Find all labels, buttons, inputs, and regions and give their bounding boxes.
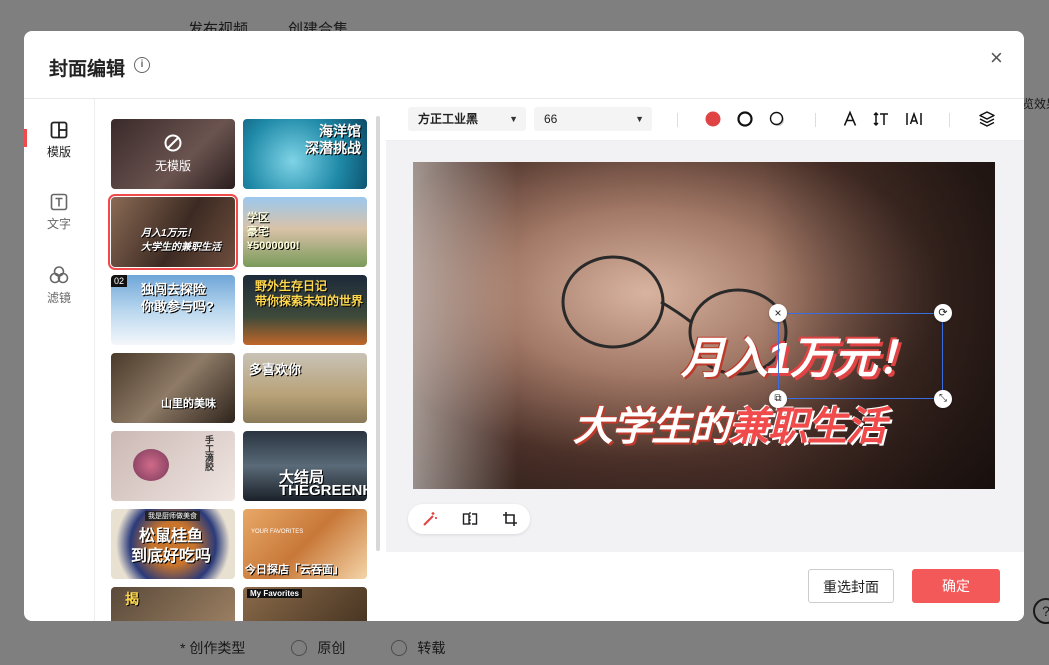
template-badge: 我是厨师做美食 (145, 511, 200, 521)
template-badge: 02 (111, 275, 128, 287)
template-squirrel-fish[interactable]: 我是厨师做美食 松鼠桂鱼 到底好吃吗 (111, 509, 235, 579)
text-icon (50, 193, 68, 211)
template-text: 大结局 THEGREENHELL (279, 469, 367, 499)
image-tools (408, 504, 530, 534)
font-style-button[interactable] (841, 110, 859, 128)
template-badge: My Favorites (247, 589, 302, 598)
letter-spacing-button[interactable] (905, 110, 923, 128)
cover-preview[interactable]: 月入1万元！ 大学生的兼职生活 × ⟳ ⧉ ⤡ (413, 162, 995, 489)
template-text: 松鼠桂鱼 到底好吃吗 (131, 528, 212, 565)
copy-handle-icon[interactable]: ⧉ (769, 390, 787, 408)
layers-button[interactable] (978, 110, 996, 128)
modal-header: 封面编辑 i × (24, 31, 1024, 99)
template-text: 野外生存日记 带你探索未知的世界 (255, 279, 364, 308)
cover-text-white: 大学生的 (573, 405, 730, 449)
modal-footer: 重选封面 确定 (386, 552, 1024, 621)
template-panel: 无模版 海洋馆 深潜挑战 月入1万元！ 大学生的兼职生活 学区 豪宅 ¥5000… (95, 99, 385, 621)
text-color-button[interactable] (704, 110, 722, 128)
shadow-circle-icon (769, 111, 784, 126)
template-text: 多喜欢你 (249, 362, 302, 377)
font-size-select[interactable]: 66 ▼ (534, 107, 652, 131)
line-height-button[interactable] (872, 110, 890, 128)
close-icon[interactable]: × (990, 45, 1003, 71)
chevron-down-icon: ▼ (509, 114, 518, 124)
no-template-icon (164, 134, 182, 152)
template-scrollbar[interactable] (376, 116, 380, 551)
text-toolbar: 方正工业黑 ▼ 66 ▼ (386, 99, 1024, 141)
template-none-label: 无模版 (154, 159, 191, 173)
font-size-value: 66 (544, 112, 558, 126)
toolbar-divider (815, 113, 816, 127)
cover-edit-modal: 封面编辑 i × 模版 文字 滤镜 无模版 海洋馆 深潜挑战 月入1万元！ 大学… (24, 31, 1024, 621)
template-text: 月入1万元！ 大学生的兼职生活 (141, 228, 221, 253)
template-resin-ornament (133, 449, 169, 481)
cover-text-white: 月入 (681, 334, 768, 383)
template-partial-1[interactable]: 揭 (111, 587, 235, 621)
shadow-button[interactable] (768, 110, 786, 128)
template-text: 手工滴胶 (204, 435, 214, 471)
template-adventure[interactable]: 02 独闯去探险 你敢参与吗? (111, 275, 235, 345)
template-parttime-selected[interactable]: 月入1万元！ 大学生的兼职生活 (108, 194, 238, 270)
template-text: 学区 豪宅 ¥5000000! (247, 212, 300, 252)
template-badge: YOUR FAVORITES (251, 529, 304, 535)
confirm-button[interactable]: 确定 (912, 569, 1000, 603)
crop-icon[interactable] (502, 511, 518, 530)
template-none[interactable]: 无模版 (111, 119, 235, 189)
filter-icon (49, 266, 69, 284)
template-finale[interactable]: 大结局 THEGREENHELL (243, 431, 367, 501)
modal-title: 封面编辑 (49, 59, 126, 80)
template-partial-2[interactable]: My Favorites (243, 587, 367, 621)
cover-line-2: 大学生的兼职生活 (573, 394, 886, 452)
toolbar-divider (677, 113, 678, 127)
side-nav: 模版 文字 滤镜 (24, 99, 95, 621)
reselect-cover-button[interactable]: 重选封面 (808, 569, 894, 603)
template-text: 山里的美味 (161, 398, 216, 410)
font-style-icon (843, 110, 857, 126)
template-text: 独闯去探险 你敢参与吗? (141, 282, 214, 314)
letter-spacing-icon (906, 111, 922, 125)
nav-item-label: 文字 (46, 217, 71, 231)
template-like-you[interactable]: 多喜欢你 (243, 353, 367, 423)
flip-icon[interactable] (462, 511, 478, 530)
delete-handle-icon[interactable]: × (769, 304, 787, 322)
template-wild[interactable]: 野外生存日记 带你探索未知的世界 (243, 275, 367, 345)
color-dot-icon (705, 111, 721, 127)
font-select-value: 方正工业黑 (418, 112, 479, 126)
nav-item-text[interactable]: 文字 (24, 193, 94, 232)
nav-item-template[interactable]: 模版 (24, 121, 94, 160)
ai-wand-icon[interactable] (422, 511, 438, 530)
cover-text-red: 兼职生活 (729, 405, 886, 449)
stroke-circle-icon (737, 111, 753, 127)
layers-icon (979, 111, 995, 127)
template-house[interactable]: 学区 豪宅 ¥5000000! (243, 197, 367, 267)
nav-item-label: 滤镜 (46, 291, 71, 305)
template-text: 海洋馆 深潜挑战 (305, 123, 361, 156)
template-mountain-food[interactable]: 山里的美味 (111, 353, 235, 423)
toolbar-divider (949, 113, 950, 127)
font-select[interactable]: 方正工业黑 ▼ (408, 107, 526, 131)
chevron-down-icon: ▼ (635, 114, 644, 124)
layout-icon (50, 121, 68, 139)
rotate-handle-icon[interactable]: ⟳ (934, 304, 952, 322)
template-text: 今日探店「云吞面」 (245, 564, 344, 576)
nav-item-filter[interactable]: 滤镜 (24, 265, 94, 306)
template-wonton[interactable]: YOUR FAVORITES 今日探店「云吞面」 (243, 509, 367, 579)
nav-item-label: 模版 (46, 145, 71, 159)
template-resin-craft[interactable]: 手工滴胶 (111, 431, 235, 501)
stroke-color-button[interactable] (736, 110, 754, 128)
canvas-area: 月入1万元！ 大学生的兼职生活 × ⟳ ⧉ ⤡ (386, 141, 1024, 552)
line-height-icon (873, 111, 888, 127)
template-ocean[interactable]: 海洋馆 深潜挑战 (243, 119, 367, 189)
resize-handle-icon[interactable]: ⤡ (934, 390, 952, 408)
text-selection-box[interactable] (778, 313, 943, 399)
template-text: 揭 (125, 591, 139, 607)
info-icon[interactable]: i (134, 57, 150, 73)
